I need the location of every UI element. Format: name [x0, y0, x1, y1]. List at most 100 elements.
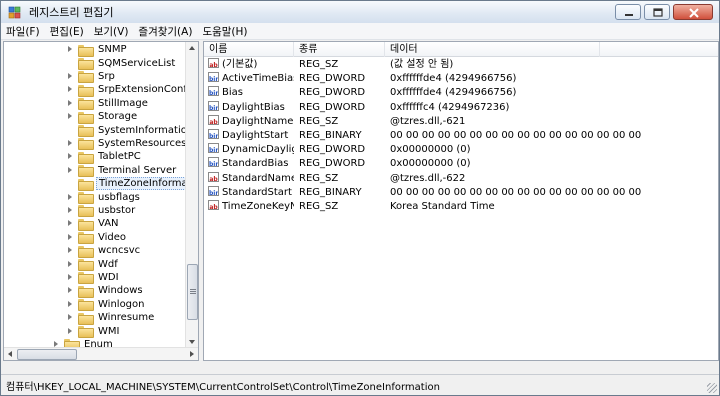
expand-arrow-icon[interactable]	[66, 204, 75, 217]
scroll-up-arrow-icon[interactable]	[189, 46, 195, 50]
registry-editor-window: 레지스트리 편집기 파일(F) 편집(E) 보기(V) 즐겨찾기(A) 도움말(…	[0, 0, 720, 396]
value-data: 0x00000000 (0)	[390, 158, 471, 170]
expand-arrow-icon[interactable]	[66, 97, 75, 110]
expand-arrow-icon[interactable]	[66, 150, 75, 163]
tree-item[interactable]: Winlogon	[66, 298, 146, 312]
folder-icon	[78, 312, 94, 325]
folder-icon	[78, 98, 94, 111]
expand-arrow-icon[interactable]	[66, 83, 75, 96]
value-row[interactable]: ab StandardName REG_SZ @tzres.dll,-622	[204, 171, 718, 186]
value-row[interactable]: bin Bias REG_DWORD 0xffffffde4 (4294966756)	[204, 86, 718, 100]
title-bar[interactable]: 레지스트리 편집기	[1, 1, 719, 23]
tree-item[interactable]: TabletPC	[66, 150, 143, 164]
list-header: 이름 종류 데이터	[204, 42, 718, 57]
expand-arrow-icon[interactable]	[66, 110, 75, 123]
expand-arrow-icon[interactable]	[66, 325, 75, 338]
tree-vertical-scrollbar[interactable]	[185, 42, 198, 348]
tree-item[interactable]: SQMServiceList	[66, 56, 177, 71]
folder-icon	[78, 178, 94, 191]
column-name-header[interactable]: 이름	[204, 42, 294, 57]
tree-horizontal-scrollbar[interactable]	[4, 347, 198, 360]
tree-item[interactable]: wcncsvc	[66, 244, 142, 258]
tree-item[interactable]: Srp	[66, 70, 117, 84]
expand-arrow-icon[interactable]	[66, 164, 75, 177]
tree-item-label: usbstor	[98, 204, 136, 216]
tree-item[interactable]: Windows	[66, 284, 145, 298]
close-button[interactable]	[673, 4, 713, 20]
value-row[interactable]: bin ActiveTimeBias REG_DWORD 0xffffffde4 (4…	[204, 72, 718, 86]
menu-favorites[interactable]: 즐겨찾기(A)	[133, 24, 197, 39]
expand-arrow-icon[interactable]	[66, 298, 75, 311]
tree-item[interactable]: usbstor	[66, 204, 137, 218]
tree-item[interactable]: WDI	[66, 271, 121, 285]
tree-hscroll-thumb[interactable]	[17, 349, 77, 360]
scroll-down-arrow-icon[interactable]	[189, 340, 195, 344]
menu-file[interactable]: 파일(F)	[1, 24, 45, 39]
tree-item-label: VAN	[98, 218, 119, 230]
scroll-left-arrow-icon[interactable]	[8, 351, 12, 357]
value-name: DynamicDaylig...	[222, 144, 294, 156]
expand-arrow-icon[interactable]	[66, 258, 75, 271]
registry-key-tree[interactable]: SNMP SQMServiceList Srp SrpExtensionConfig S…	[3, 41, 199, 361]
registry-values-list[interactable]: 이름 종류 데이터 ab (기본값) REG_SZ (값 설정 안 됨) bin Acti…	[203, 41, 719, 361]
value-row[interactable]: bin StandardBias REG_DWORD 0x00000000 (0)	[204, 157, 718, 171]
menu-edit[interactable]: 편집(E)	[45, 24, 89, 39]
maximize-button[interactable]	[644, 4, 670, 20]
expand-arrow-icon[interactable]	[66, 284, 75, 297]
expand-arrow-icon[interactable]	[66, 137, 75, 150]
tree-item[interactable]: TimeZoneInformation	[66, 177, 198, 191]
value-row[interactable]: binDynamicDaylig... REG_DWORD 0x00000000 (…	[204, 143, 718, 157]
expand-arrow-icon[interactable]	[66, 43, 75, 56]
folder-icon	[78, 259, 94, 272]
value-row[interactable]: bin DaylightBias REG_DWORD 0xffffffc4 (4294…	[204, 100, 718, 115]
folder-icon	[78, 111, 94, 124]
value-type: REG_DWORD	[299, 73, 366, 85]
scroll-right-arrow-icon[interactable]	[190, 351, 194, 357]
expand-arrow-icon[interactable]	[66, 244, 75, 257]
menu-view[interactable]: 보기(V)	[89, 24, 134, 39]
value-name: StandardName	[222, 172, 294, 184]
value-row[interactable]: ab (기본값) REG_SZ (값 설정 안 됨)	[204, 58, 718, 72]
resize-grip-icon[interactable]	[707, 383, 717, 393]
tree-item[interactable]: SystemInformation	[66, 123, 195, 138]
minimize-button[interactable]	[615, 4, 641, 20]
value-row[interactable]: bin DaylightStart REG_BINARY 00 00 00 00 00…	[204, 129, 718, 143]
string-value-icon: ab	[208, 114, 219, 125]
value-name: (기본값)	[222, 59, 258, 70]
folder-icon	[78, 326, 94, 339]
folder-icon	[78, 299, 94, 312]
tree-item[interactable]: Winresume	[66, 311, 156, 325]
expand-arrow-icon[interactable]	[66, 311, 75, 324]
expand-arrow-icon[interactable]	[66, 271, 75, 284]
expand-arrow-icon[interactable]	[66, 231, 75, 244]
tree-item[interactable]: Terminal Server	[66, 164, 178, 178]
value-name: ActiveTimeBias	[222, 73, 294, 85]
tree-item[interactable]: WMI	[66, 324, 121, 339]
value-row[interactable]: abTimeZoneKeyNa... REG_SZ Korea Standard T…	[204, 200, 718, 214]
tree-item-label: wcncsvc	[98, 245, 141, 257]
expand-arrow-icon[interactable]	[66, 70, 75, 83]
registry-editor-icon	[7, 4, 23, 20]
tree-scroll-thumb[interactable]	[187, 264, 198, 320]
value-row[interactable]: ab DaylightName REG_SZ @tzres.dll,-621	[204, 114, 718, 129]
tree-item[interactable]: SrpExtensionConfig	[66, 83, 198, 97]
tree-item[interactable]: VAN	[66, 217, 121, 231]
column-type-header[interactable]: 종류	[294, 42, 385, 57]
tree-item[interactable]: usbflags	[66, 190, 142, 205]
tree-item[interactable]: StillImage	[66, 97, 150, 111]
folder-icon	[78, 272, 94, 285]
expand-arrow-icon[interactable]	[66, 217, 75, 230]
string-value-icon: ab	[208, 200, 219, 210]
value-type: REG_BINARY	[299, 186, 362, 198]
column-data-header[interactable]: 데이터	[385, 42, 600, 57]
tree-item[interactable]: SNMP	[66, 43, 129, 57]
tree-item-label: Storage	[98, 111, 138, 123]
tree-item[interactable]: SystemResources	[66, 137, 188, 151]
expand-arrow-icon[interactable]	[66, 191, 75, 204]
tree-item[interactable]: Storage	[66, 110, 139, 124]
tree-item[interactable]: Wdf	[66, 257, 120, 272]
value-type: REG_SZ	[299, 201, 339, 212]
menu-help[interactable]: 도움말(H)	[197, 24, 252, 39]
value-row[interactable]: bin StandardStart REG_BINARY 00 00 00 00 00…	[204, 185, 718, 200]
tree-item[interactable]: Video	[66, 231, 128, 245]
